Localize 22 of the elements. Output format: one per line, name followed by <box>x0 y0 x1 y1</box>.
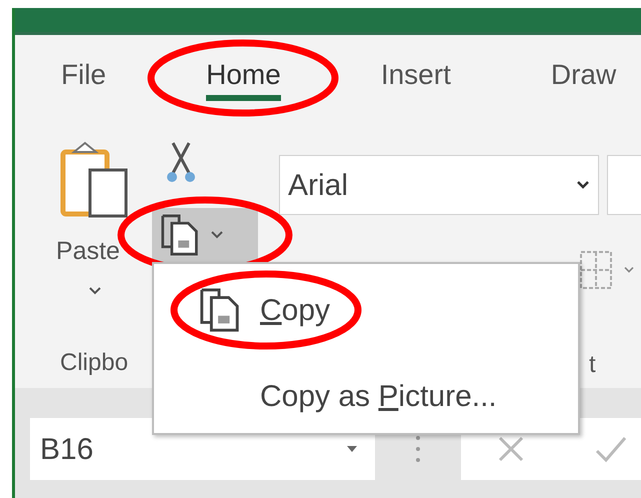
group-label: t <box>589 350 596 380</box>
paste-button[interactable]: Paste <box>55 140 135 296</box>
group-label: Clipbo <box>60 348 128 378</box>
caret-icon <box>576 180 590 190</box>
copy-icon <box>160 212 200 258</box>
ribbon-tab[interactable]: File <box>61 55 106 101</box>
borders-icon <box>579 250 613 290</box>
ribbon-tab[interactable]: Insert <box>380 55 451 101</box>
caret-icon <box>623 266 635 274</box>
caret-icon <box>88 286 102 296</box>
checkmark-icon[interactable] <box>595 435 627 463</box>
copy-button[interactable] <box>152 208 258 262</box>
caret-icon <box>210 230 224 240</box>
cancel-icon[interactable] <box>497 435 525 463</box>
ribbon-tab[interactable]: Draw <box>550 55 616 101</box>
font-size-field[interactable] <box>607 155 641 215</box>
clipboard-icon <box>60 140 130 220</box>
font-name-field[interactable]: Arial <box>279 155 599 215</box>
caret-icon <box>347 446 357 452</box>
grip-icon <box>415 434 421 464</box>
menu-item[interactable]: Copy <box>154 282 578 338</box>
scissors-icon <box>165 141 197 185</box>
